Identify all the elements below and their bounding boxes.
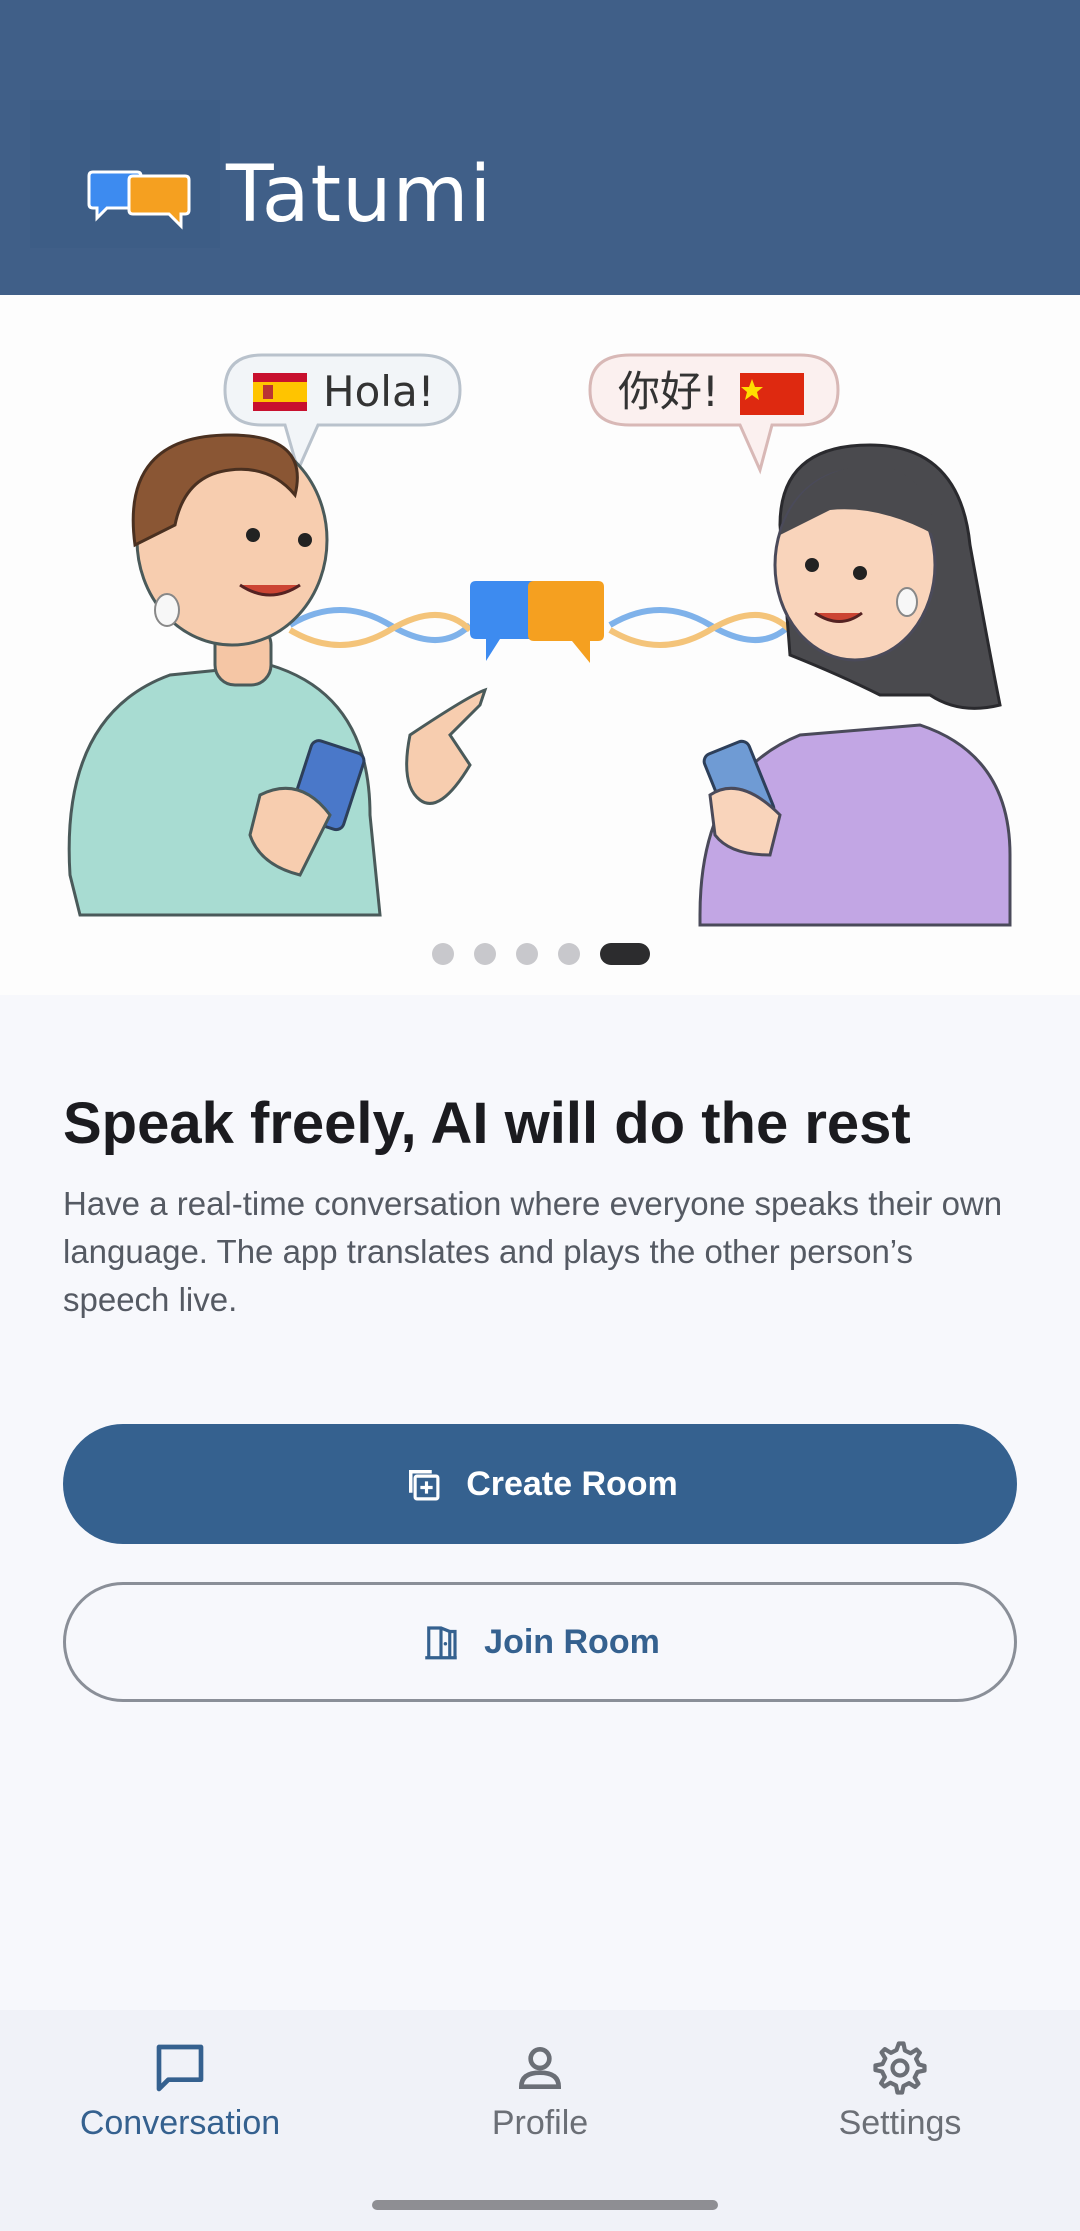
carousel-dot[interactable] [558,943,580,965]
nav-label-profile: Profile [491,2104,589,2142]
man-figure [67,433,488,917]
create-room-button[interactable]: Create Room [63,1424,1017,1544]
app-header: Tatumi [0,0,1080,295]
bubble-text-right: 你好! [618,367,719,416]
join-room-button[interactable]: Join Room [63,1582,1017,1702]
create-room-label: Create Room [466,1464,678,1503]
bottom-navigation: Conversation Profile Settings [0,2010,1080,2231]
hero-illustration[interactable]: Hola! 你好! [0,295,1080,995]
join-room-label: Join Room [484,1622,660,1661]
carousel-dot[interactable] [474,943,496,965]
bubble-text-left: Hola! [323,367,435,416]
translate-bubbles-icon [470,581,604,663]
carousel-indicator [0,943,1080,965]
chat-bubbles-icon [87,170,191,230]
spain-flag-icon [253,373,307,411]
gear-icon [873,2041,927,2095]
door-icon [425,1626,457,1660]
chat-icon [156,2044,204,2092]
carousel-dot[interactable] [516,943,538,965]
speech-bubble-right: 你好! [588,353,840,475]
nav-item-settings[interactable]: Settings [720,2040,1080,2143]
person-icon [518,2046,562,2089]
nav-item-conversation[interactable]: Conversation [0,2040,360,2143]
china-flag-icon [740,373,804,415]
nav-label-settings: Settings [838,2104,962,2142]
carousel-dot-active[interactable] [600,943,650,965]
page-headline: Speak freely, AI will do the rest [63,1091,911,1156]
nav-label-conversation: Conversation [79,2104,281,2142]
add-box-icon [409,1470,440,1501]
home-indicator[interactable] [372,2200,718,2210]
logo-container [30,100,220,248]
carousel-dot[interactable] [432,943,454,965]
app-title: Tatumi [226,150,493,240]
nav-item-profile[interactable]: Profile [360,2040,720,2143]
woman-figure [698,443,1012,927]
page-description: Have a real-time conversation where ever… [63,1185,1003,1318]
